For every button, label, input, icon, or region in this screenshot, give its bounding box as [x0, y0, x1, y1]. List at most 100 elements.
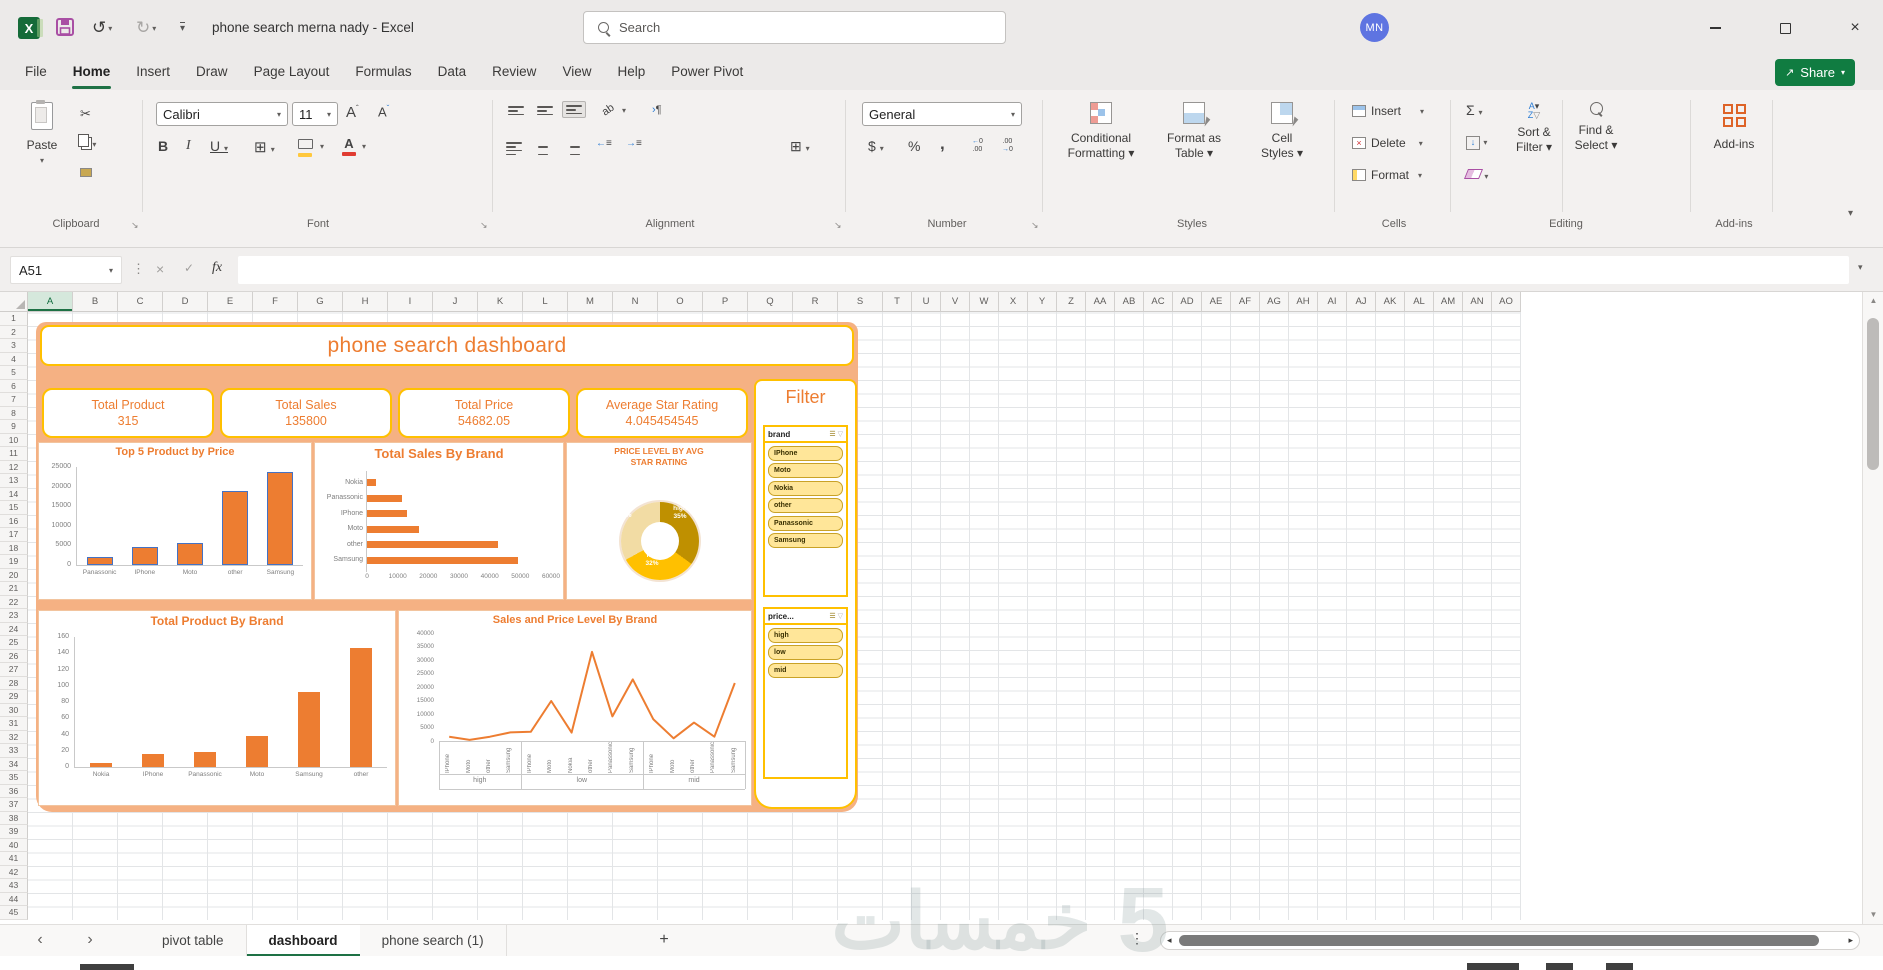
multi-select-icon[interactable]: ☰: [829, 430, 835, 438]
column-header-K[interactable]: K: [478, 292, 523, 312]
close-button[interactable]: ×: [1832, 0, 1878, 56]
column-header-S[interactable]: S: [838, 292, 883, 312]
row-header-22[interactable]: 22: [0, 595, 28, 609]
column-header-D[interactable]: D: [163, 292, 208, 312]
middle-align-button[interactable]: [537, 106, 553, 116]
sheet-tab-phone-search-1[interactable]: phone search (1): [360, 925, 507, 957]
row-header-24[interactable]: 24: [0, 622, 28, 636]
chart-total-sales-by-brand[interactable]: Total Sales By Brand Nokia Panassonic IPhon…: [314, 442, 564, 600]
row-header-20[interactable]: 20: [0, 568, 28, 582]
row-header-28[interactable]: 28: [0, 676, 28, 690]
menu-tab-file[interactable]: File: [12, 56, 60, 90]
column-header-Q[interactable]: Q: [748, 292, 793, 312]
sort-filter-button[interactable]: A▾ Z▽ Sort & Filter ▾: [1506, 102, 1562, 155]
row-header-32[interactable]: 32: [0, 730, 28, 744]
format-as-table-button[interactable]: Format as Table ▾: [1150, 102, 1238, 161]
column-header-AF[interactable]: AF: [1231, 292, 1260, 312]
delete-cells-button[interactable]: × Delete ▾: [1352, 136, 1423, 150]
decrease-indent-button[interactable]: ←≡: [596, 138, 612, 149]
row-header-8[interactable]: 8: [0, 406, 28, 420]
row-header-37[interactable]: 37: [0, 798, 28, 812]
grow-font-button[interactable]: Aˆ: [346, 104, 359, 121]
row-header-42[interactable]: 42: [0, 865, 28, 879]
row-header-33[interactable]: 33: [0, 744, 28, 758]
merge-center-button[interactable]: ⊞ ▾: [790, 138, 810, 155]
row-header-26[interactable]: 26: [0, 649, 28, 663]
tab-options-icon[interactable]: ⋮: [1130, 930, 1144, 947]
row-header-3[interactable]: 3: [0, 339, 28, 353]
column-header-AJ[interactable]: AJ: [1347, 292, 1376, 312]
column-header-AD[interactable]: AD: [1173, 292, 1202, 312]
row-header-6[interactable]: 6: [0, 379, 28, 393]
percent-style-button[interactable]: %: [908, 138, 920, 154]
row-header-44[interactable]: 44: [0, 892, 28, 906]
chart-sales-and-price-level-by-brand[interactable]: Sales and Price Level By Brand 0 5000 10000…: [398, 610, 752, 806]
chart-total-product-by-brand[interactable]: Total Product By Brand 0 20 40 60 80 100 120 140…: [38, 610, 396, 806]
multi-select-icon[interactable]: ☰: [829, 612, 835, 620]
row-header-31[interactable]: 31: [0, 717, 28, 731]
cell-styles-button[interactable]: Cell Styles ▾: [1242, 102, 1322, 161]
underline-button[interactable]: U ▾: [210, 138, 228, 154]
row-header-35[interactable]: 35: [0, 771, 28, 785]
vertical-scroll-thumb[interactable]: [1867, 318, 1879, 470]
row-header-11[interactable]: 11: [0, 447, 28, 461]
row-header-45[interactable]: 45: [0, 906, 28, 920]
scroll-left-icon[interactable]: ◂: [1167, 935, 1172, 946]
fill-color-button[interactable]: [298, 138, 313, 157]
column-header-AO[interactable]: AO: [1492, 292, 1521, 312]
slicer-item-nokia[interactable]: Nokia: [768, 480, 843, 496]
column-header-AG[interactable]: AG: [1260, 292, 1289, 312]
column-header-AC[interactable]: AC: [1144, 292, 1173, 312]
paste-button[interactable]: Paste ▾: [18, 100, 66, 168]
row-header-17[interactable]: 17: [0, 528, 28, 542]
column-header-H[interactable]: H: [343, 292, 388, 312]
font-size-select[interactable]: 11 ▾: [292, 102, 338, 126]
menu-tab-power-pivot[interactable]: Power Pivot: [658, 56, 756, 90]
clear-filter-icon[interactable]: ▽: [838, 612, 843, 620]
slicer-item-panassonic[interactable]: Panassonic: [768, 515, 843, 531]
column-header-AI[interactable]: AI: [1318, 292, 1347, 312]
name-box[interactable]: A51 ▾: [10, 256, 122, 284]
menu-tab-view[interactable]: View: [549, 56, 604, 90]
prev-sheet-icon[interactable]: ‹: [30, 925, 50, 957]
column-header-O[interactable]: O: [658, 292, 703, 312]
orientation-button[interactable]: ab: [600, 102, 617, 119]
menu-tab-formulas[interactable]: Formulas: [342, 56, 424, 90]
row-header-2[interactable]: 2: [0, 325, 28, 339]
dialog-launcher-clipboard[interactable]: ↘: [131, 220, 139, 231]
column-header-AE[interactable]: AE: [1202, 292, 1231, 312]
insert-cells-button[interactable]: Insert ▾: [1352, 104, 1424, 118]
column-header-AA[interactable]: AA: [1086, 292, 1115, 312]
row-header-38[interactable]: 38: [0, 811, 28, 825]
column-header-P[interactable]: P: [703, 292, 748, 312]
chart-price-level-by-avg-star-rating[interactable]: PRICE LEVEL BY AVG STAR RATING high 35% low…: [566, 442, 752, 600]
menu-tab-draw[interactable]: Draw: [183, 56, 241, 90]
column-header-W[interactable]: W: [970, 292, 999, 312]
row-header-7[interactable]: 7: [0, 393, 28, 407]
insert-function-icon[interactable]: fx: [212, 260, 222, 276]
accounting-format-button[interactable]: $ ▾: [868, 138, 884, 154]
dialog-launcher-alignment[interactable]: ↘: [834, 220, 842, 231]
menu-tab-review[interactable]: Review: [479, 56, 549, 90]
row-header-27[interactable]: 27: [0, 663, 28, 677]
next-sheet-icon[interactable]: ›: [80, 925, 100, 957]
menu-tab-data[interactable]: Data: [425, 56, 480, 90]
expand-formula-bar-icon[interactable]: ▾: [1858, 262, 1863, 273]
row-header-40[interactable]: 40: [0, 838, 28, 852]
menu-tab-help[interactable]: Help: [604, 56, 658, 90]
row-header-5[interactable]: 5: [0, 366, 28, 380]
number-format-select[interactable]: General ▾: [862, 102, 1022, 126]
slicer-item-moto[interactable]: Moto: [768, 463, 843, 478]
clear-button[interactable]: ▾: [1463, 168, 1488, 182]
column-header-V[interactable]: V: [941, 292, 970, 312]
scroll-right-icon[interactable]: ▸: [1848, 935, 1853, 946]
column-header-T[interactable]: T: [883, 292, 912, 312]
save-icon[interactable]: [55, 17, 75, 37]
italic-button[interactable]: I: [186, 138, 191, 154]
search-input[interactable]: Search: [583, 11, 1006, 44]
column-header-X[interactable]: X: [999, 292, 1028, 312]
horizontal-scroll-thumb[interactable]: [1179, 935, 1819, 946]
enter-icon[interactable]: ✓: [184, 261, 194, 275]
vertical-scrollbar[interactable]: ▲ ▼: [1862, 292, 1883, 925]
row-header-41[interactable]: 41: [0, 852, 28, 866]
